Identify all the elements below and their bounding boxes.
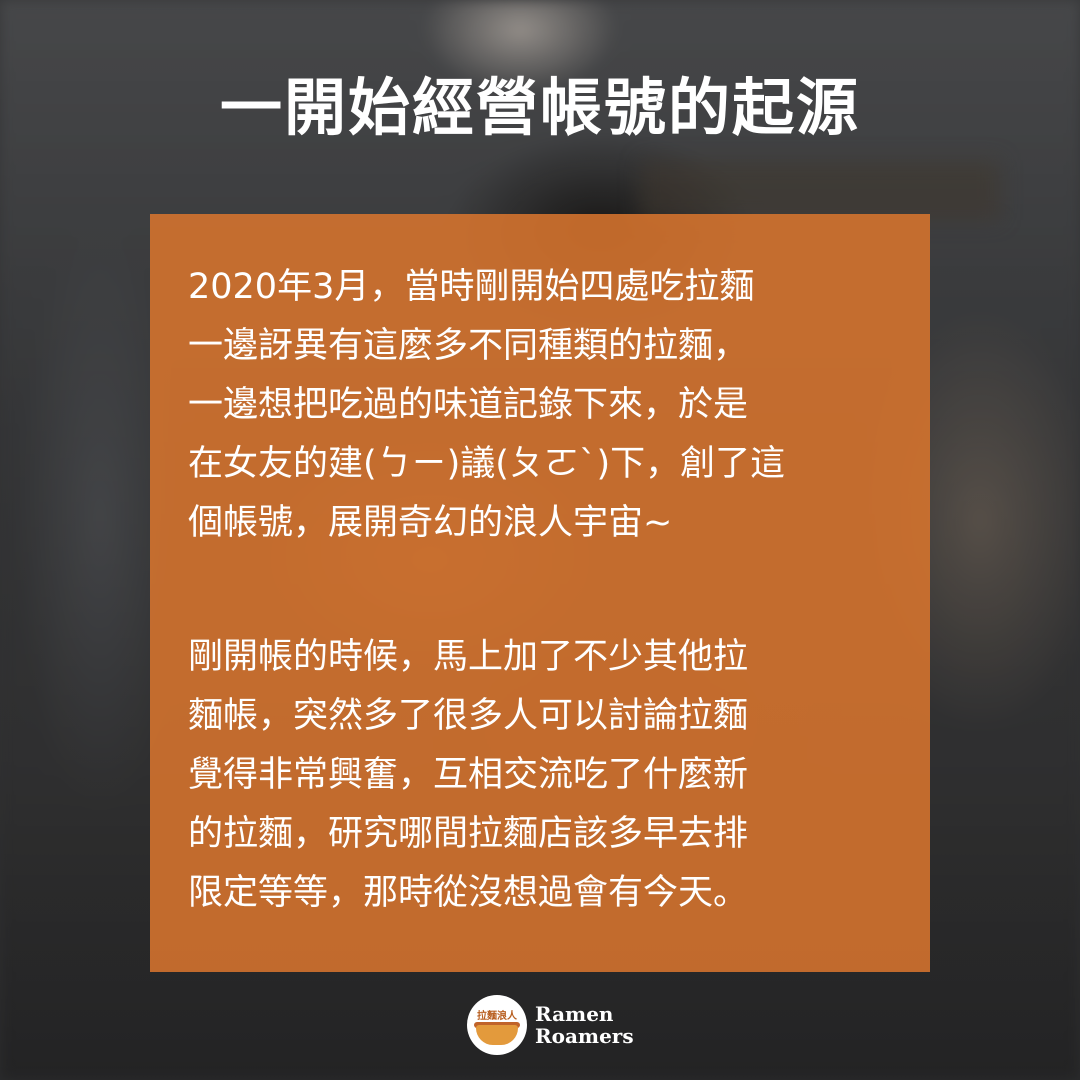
paragraph-origin: 2020年3月，當時剛開始四處吃拉麵 一邊訝異有這麼多不同種類的拉麵， 一邊想把… [188, 258, 908, 553]
logo-text: 拉麵浪人 [477, 1011, 517, 1022]
post-title: 一開始經營帳號的起源 [219, 71, 860, 144]
brand-name: Ramen Roamers [535, 1003, 634, 1047]
paragraph-line: 2020年3月，當時剛開始四處吃拉麵 [188, 267, 755, 307]
paragraph-line: 麵帳，突然多了很多人可以討論拉麵 [188, 696, 749, 736]
brand-name-line2: Roamers [535, 1024, 634, 1048]
paragraph-early-days: 剛開帳的時候，馬上加了不少其他拉 麵帳，突然多了很多人可以討論拉麵 覺得非常興奮… [188, 628, 908, 923]
paragraph-line: 的拉麵，研究哪間拉麵店該多早去排 [188, 814, 749, 854]
brand-name-line1: Ramen [535, 1002, 614, 1026]
text-panel: 2020年3月，當時剛開始四處吃拉麵 一邊訝異有這麼多不同種類的拉麵， 一邊想把… [150, 214, 930, 972]
paragraph-line: 剛開帳的時候，馬上加了不少其他拉 [188, 637, 749, 677]
paragraph-line: 一邊想把吃過的味道記錄下來，於是 [188, 385, 749, 425]
paragraph-line: 限定等等，那時從沒想過會有今天。 [188, 873, 749, 913]
paragraph-line: 在女友的建(ㄅㄧ)議(ㄆㄛˋ)下，創了這 [188, 444, 786, 484]
ramen-roamers-logo: 拉麵浪人 [467, 995, 527, 1055]
paragraph-line: 一邊訝異有這麼多不同種類的拉麵， [188, 326, 749, 366]
ramen-bowl-icon [476, 1025, 518, 1045]
paragraph-line: 個帳號，展開奇幻的浪人宇宙~ [188, 503, 673, 543]
post-canvas: 一開始經營帳號的起源 2020年3月，當時剛開始四處吃拉麵 一邊訝異有這麼多不同… [0, 0, 1080, 1080]
paragraph-line: 覺得非常興奮，互相交流吃了什麼新 [188, 755, 749, 795]
brand-footer: 拉麵浪人 Ramen Roamers [467, 994, 634, 1056]
